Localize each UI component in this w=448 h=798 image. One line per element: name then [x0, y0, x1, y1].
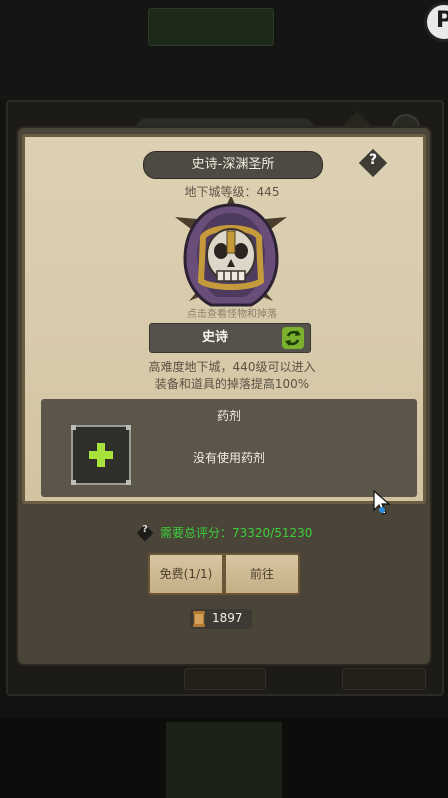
help-icon-symbol: ?	[368, 152, 378, 168]
free-entry-button[interactable]: 免费(1/1)	[148, 553, 224, 595]
stage-name: 史诗-深渊圣所	[143, 151, 323, 179]
cost-display: 1897	[190, 609, 252, 629]
slot-corner	[71, 425, 76, 430]
cost-value: 1897	[212, 611, 243, 625]
action-buttons: 免费(1/1) 前往	[148, 553, 300, 595]
cursor-icon	[373, 490, 391, 515]
dungeon-info-panel: 史诗-深渊圣所 ? 地下城等级：445 点击查看怪物和掉落 史诗 高难度地下城，…	[22, 134, 426, 504]
potion-status: 没有使用药剂	[192, 451, 265, 465]
skull-helmet-icon[interactable]	[171, 197, 291, 317]
potion-title: 药剂	[216, 409, 241, 423]
slot-corner	[126, 480, 131, 485]
background-top-button	[148, 8, 274, 46]
difficulty-label: 史诗	[201, 330, 228, 345]
score-help-symbol: ?	[142, 524, 148, 535]
difficulty-selector[interactable]: 史诗	[149, 323, 311, 353]
refresh-icon[interactable]	[282, 327, 304, 349]
background-stat	[4, 56, 114, 78]
required-score-row: ? 需要总评分：73320/51230	[134, 522, 334, 543]
potion-slot[interactable]	[71, 425, 131, 485]
background-bottom-button	[184, 668, 266, 690]
plus-icon	[89, 443, 113, 467]
potion-panel: 药剂 没有使用药剂	[41, 399, 417, 497]
description-line-1: 高难度地下城，440级可以进入	[148, 360, 316, 374]
description-line-2: 装备和道具的掉落提高100%	[154, 377, 310, 391]
required-score: 需要总评分：73320/51230	[160, 526, 313, 540]
help-icon[interactable]: ?	[358, 148, 388, 178]
background-center-tab	[166, 722, 282, 798]
go-button[interactable]: 前往	[224, 553, 300, 595]
scroll-icon	[193, 611, 205, 627]
slot-corner	[71, 480, 76, 485]
background-bottom-button	[342, 668, 426, 690]
dungeon-description: 高难度地下城，440级可以进入 装备和道具的掉落提高100%	[125, 359, 339, 393]
monster-drop-hint[interactable]: 点击查看怪物和掉落	[125, 305, 339, 320]
corner-app-glyph: P	[436, 8, 448, 33]
slot-corner	[126, 425, 131, 430]
dungeon-dialog: 史诗-深渊圣所 ? 地下城等级：445 点击查看怪物和掉落 史诗 高难度地下城，…	[18, 128, 430, 664]
game-screen: P 史诗-深渊圣所 ? 地下城等级：445 点击查看怪物和掉落 史诗 高难度地下…	[0, 0, 448, 798]
